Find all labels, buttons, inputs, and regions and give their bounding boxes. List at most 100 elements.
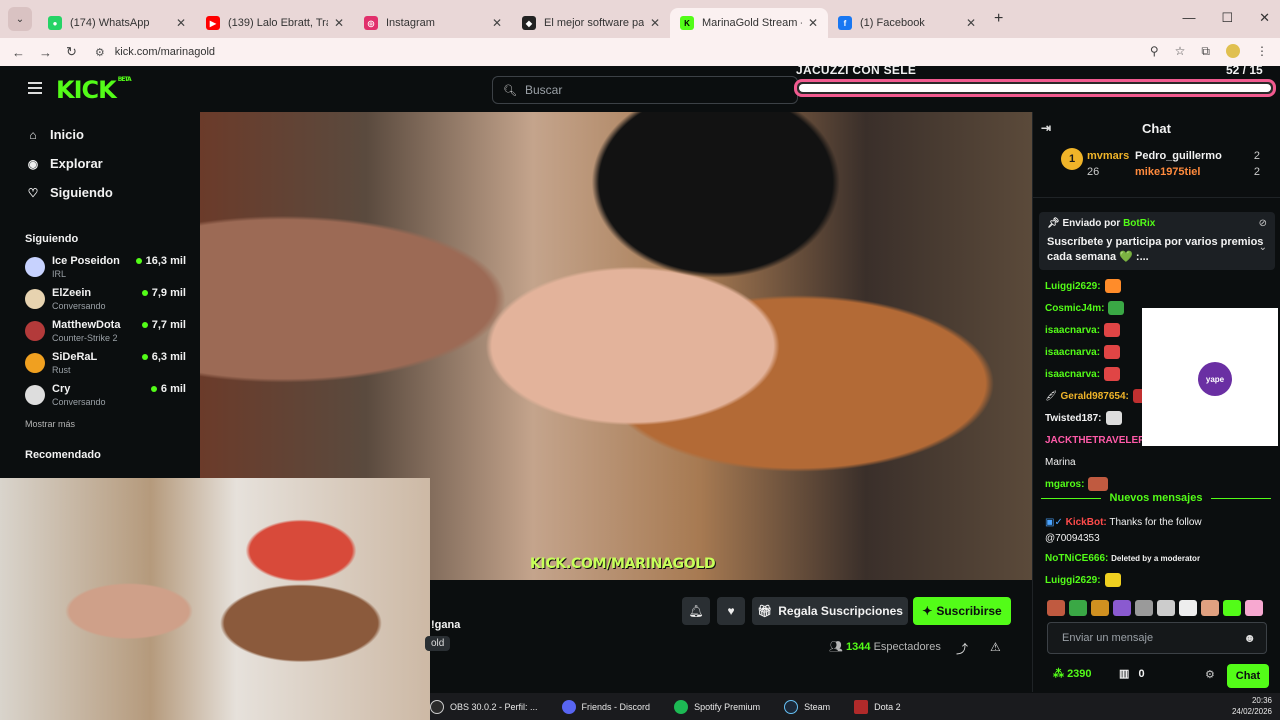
emote[interactable] [1157, 600, 1175, 616]
tab-software[interactable]: ◆ El mejor software para potenci ✕ [512, 8, 670, 38]
leader-third-name[interactable]: mike1975tiel [1135, 166, 1200, 178]
channel-item[interactable]: Cry Conversando 6 mil [12, 379, 200, 411]
emote[interactable] [1091, 600, 1109, 616]
close-tab-icon[interactable]: ✕ [808, 16, 818, 30]
new-tab-button[interactable]: + [994, 10, 1003, 28]
chat-username[interactable]: NoTNiCE666: [1045, 553, 1108, 564]
sidebar-item-inicio[interactable]: ⌂ Inicio [12, 120, 200, 149]
tab-youtube[interactable]: ▶ (139) Lalo Ebratt, Trapical - Mo ✕ [196, 8, 354, 38]
gear-icon[interactable]: ⚙ [1205, 668, 1215, 681]
emote[interactable] [1113, 600, 1131, 616]
leader-first-name[interactable]: mvmars [1087, 150, 1129, 162]
close-tab-icon[interactable]: ✕ [492, 16, 502, 30]
minimize-icon[interactable]: — [1182, 10, 1195, 26]
emote[interactable] [1223, 600, 1241, 616]
tab-search-button[interactable]: ⌄ [8, 7, 32, 31]
subscribe-button[interactable]: ✦ Suscribirse [913, 597, 1011, 625]
sidebar-item-siguiendo[interactable]: ♡ Siguiendo [12, 178, 200, 207]
tab-title: Instagram [386, 17, 435, 29]
chat-text: Marina [1045, 457, 1076, 468]
tab-whatsapp[interactable]: ● (174) WhatsApp ✕ [38, 8, 196, 38]
tab-facebook[interactable]: f (1) Facebook ✕ [828, 8, 986, 38]
chevron-down-icon[interactable]: ⌄ [1259, 242, 1267, 253]
emote[interactable] [1201, 600, 1219, 616]
tickets[interactable]: ▥ 0 [1119, 667, 1145, 680]
site-info-icon[interactable]: ⚙ [95, 46, 105, 59]
notification-bell-button[interactable]: 🔔︎ [682, 597, 710, 625]
url-field[interactable]: ⚙ kick.com/marinagold [95, 46, 215, 59]
profile-avatar[interactable] [1226, 44, 1240, 58]
logo-text: KICK [56, 76, 117, 104]
channel-item[interactable]: ElZeein Conversando 7,9 mil [12, 283, 200, 315]
viewer-count: 16,3 mil [136, 255, 186, 267]
new-messages-divider[interactable]: Nuevos mensajes [1041, 492, 1271, 504]
tickets-value: 0 [1138, 668, 1145, 680]
pinned-message[interactable]: 📌︎ Enviado por BotRix Suscríbete y parti… [1039, 212, 1275, 270]
hide-pin-icon[interactable]: ⊘ [1259, 218, 1267, 229]
tab-instagram[interactable]: ◎ Instagram ✕ [354, 8, 512, 38]
taskbar-discord[interactable]: Friends - Discord [561, 699, 650, 714]
chat-username[interactable]: Luiggi2629: [1045, 575, 1101, 586]
back-arrow-icon[interactable]: ← [12, 45, 25, 60]
close-tab-icon[interactable]: ✕ [966, 16, 976, 30]
zoom-icon[interactable]: ⚲ [1150, 44, 1159, 59]
chat-username[interactable]: CosmicJ4m: [1045, 303, 1104, 314]
chat-username[interactable]: KickBot: [1066, 517, 1107, 528]
chat-username[interactable]: isaacnarva: [1045, 325, 1100, 336]
sidebar-item-label: Inicio [50, 127, 84, 142]
close-window-icon[interactable]: ✕ [1259, 10, 1270, 26]
taskbar-obs[interactable]: OBS 30.0.2 - Perfil: ... [430, 699, 538, 714]
chat-username[interactable]: mgaros: [1045, 479, 1084, 490]
chat-username[interactable]: isaacnarva: [1045, 369, 1100, 380]
new-chat-messages: ▣✓ KickBot: Thanks for the follow @70094… [1045, 512, 1275, 592]
taskbar-steam[interactable]: Steam [784, 699, 830, 714]
stream-watermark: KICK.COM/MARINAGOLD [530, 556, 716, 572]
chat-message-input[interactable]: Enviar un mensaje ☻ [1047, 622, 1267, 654]
forward-arrow-icon[interactable]: → [39, 45, 52, 60]
hamburger-menu-icon[interactable] [28, 82, 42, 94]
chat-message: Luiggi2629: [1045, 276, 1275, 298]
menu-dots-icon[interactable]: ⋮ [1256, 44, 1268, 59]
channel-points[interactable]: ⁂ 2390 [1053, 667, 1092, 680]
follow-heart-button[interactable]: ♥ [717, 597, 745, 625]
taskbar-dota[interactable]: Dota 2 [854, 699, 901, 714]
bookmark-star-icon[interactable]: ☆ [1175, 44, 1186, 59]
sidebar-item-explorar[interactable]: ◉ Explorar [12, 149, 200, 178]
close-tab-icon[interactable]: ✕ [650, 16, 660, 30]
bot-name: BotRix [1123, 218, 1156, 229]
emote[interactable] [1069, 600, 1087, 616]
show-more-link[interactable]: Mostrar más [12, 419, 200, 429]
emote[interactable] [1179, 600, 1197, 616]
chat-username[interactable]: Luiggi2629: [1045, 281, 1101, 292]
taskbar-spotify[interactable]: Spotify Premium [674, 699, 760, 714]
emote[interactable] [1245, 600, 1263, 616]
channel-item[interactable]: MatthewDota Counter-Strike 2 7,7 mil [12, 315, 200, 347]
gift-subs-button[interactable]: 🎁︎ Regala Suscripciones [752, 597, 908, 625]
channel-item[interactable]: SiDeRaL Rust 6,3 mil [12, 347, 200, 379]
share-icon[interactable]: ⤴ [956, 640, 968, 657]
search-input[interactable]: 🔍︎ Buscar [492, 76, 798, 104]
send-chat-button[interactable]: Chat [1227, 664, 1269, 688]
chat-message: Marina [1045, 452, 1275, 474]
collapse-chat-icon[interactable]: ⇥ [1041, 121, 1051, 135]
close-tab-icon[interactable]: ✕ [176, 16, 186, 30]
chat-title: Chat [1142, 120, 1171, 136]
emoji-icon[interactable]: ☻ [1243, 631, 1256, 645]
close-tab-icon[interactable]: ✕ [334, 16, 344, 30]
leader-second-name[interactable]: Pedro_guillermo [1135, 150, 1222, 162]
kick-logo[interactable]: KICK BETA [56, 76, 132, 104]
maximize-icon[interactable]: ☐ [1221, 10, 1233, 26]
report-warning-icon[interactable]: ⚠ [990, 640, 1001, 654]
chat-username[interactable]: JACKTHETRAVELER [1045, 435, 1145, 446]
extensions-icon[interactable]: ⧉ [1201, 44, 1210, 59]
stream-title-partial: !gana [431, 619, 461, 631]
taskbar-label: Dota 2 [874, 701, 901, 712]
channel-item[interactable]: Ice Poseidon IRL 16,3 mil [12, 251, 200, 283]
tab-kick[interactable]: K MarinaGold Stream - Watch Li ✕ [670, 8, 828, 38]
emote[interactable] [1047, 600, 1065, 616]
chat-username[interactable]: isaacnarva: [1045, 347, 1100, 358]
emote[interactable] [1135, 600, 1153, 616]
chat-username[interactable]: Gerald987654: [1060, 391, 1128, 402]
chat-username[interactable]: Twisted187: [1045, 413, 1102, 424]
reload-icon[interactable]: ↻ [66, 44, 77, 60]
